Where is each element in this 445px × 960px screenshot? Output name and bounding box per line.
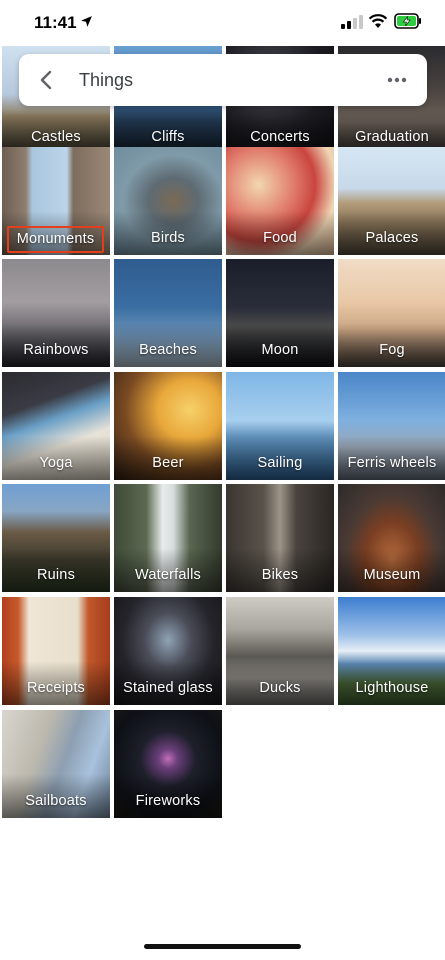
category-tile-birds[interactable]: Birds (114, 147, 222, 255)
home-indicator[interactable] (144, 944, 301, 949)
header-title: Things (79, 70, 134, 90)
category-tile-monuments[interactable]: Monuments (2, 147, 110, 255)
search-header: Things (19, 54, 427, 106)
category-tile-receipts[interactable]: Receipts (2, 597, 110, 705)
battery-charging-icon (394, 13, 421, 29)
category-tile-stained-glass[interactable]: Stained glass (114, 597, 222, 705)
category-label: Yoga (39, 455, 73, 471)
category-label: Monuments (7, 226, 104, 253)
category-tile-fireworks[interactable]: Fireworks (114, 710, 222, 818)
category-label: Lighthouse (355, 680, 429, 696)
more-options-icon[interactable] (385, 68, 409, 92)
category-label: Concerts (250, 129, 310, 145)
category-label: Castles (31, 129, 81, 145)
category-tile-sailing[interactable]: Sailing (226, 372, 334, 480)
category-label: Waterfalls (135, 567, 201, 583)
category-label: Graduation (355, 129, 429, 145)
category-label: Ferris wheels (347, 455, 437, 471)
category-tile-museum[interactable]: Museum (338, 484, 445, 592)
category-tile-food[interactable]: Food (226, 147, 334, 255)
category-tile-rainbows[interactable]: Rainbows (2, 259, 110, 367)
category-label: Ruins (36, 567, 76, 583)
category-tile-ducks[interactable]: Ducks (226, 597, 334, 705)
category-label: Museum (363, 567, 421, 583)
category-label: Sailing (257, 455, 303, 471)
category-tile-lighthouse[interactable]: Lighthouse (338, 597, 445, 705)
category-tile-yoga[interactable]: Yoga (2, 372, 110, 480)
status-bar: 11:41 (0, 0, 445, 46)
back-arrow-icon[interactable] (35, 68, 59, 92)
category-label: Fog (379, 342, 405, 358)
category-label: Beer (152, 455, 184, 471)
category-tile-fog[interactable]: Fog (338, 259, 445, 367)
category-tile-moon[interactable]: Moon (226, 259, 334, 367)
category-label: Birds (150, 230, 186, 246)
category-tile-ruins[interactable]: Ruins (2, 484, 110, 592)
category-tile-bikes[interactable]: Bikes (226, 484, 334, 592)
category-tile-sailboats[interactable]: Sailboats (2, 710, 110, 818)
category-tile-palaces[interactable]: Palaces (338, 147, 445, 255)
cellular-signal-icon (341, 15, 363, 29)
category-tile-ferris-wheels[interactable]: Ferris wheels (338, 372, 445, 480)
category-label: Receipts (26, 680, 85, 696)
category-label: Ducks (259, 680, 301, 696)
location-arrow-icon (81, 16, 92, 27)
category-tile-beaches[interactable]: Beaches (114, 259, 222, 367)
category-label: Bikes (261, 567, 299, 583)
category-label: Palaces (365, 230, 419, 246)
category-label: Food (263, 230, 297, 246)
category-label: Sailboats (25, 793, 87, 809)
status-time: 11:41 (34, 13, 77, 32)
category-label: Moon (261, 342, 299, 358)
category-label: Stained glass (123, 680, 213, 696)
category-label: Cliffs (151, 129, 185, 145)
category-tile-waterfalls[interactable]: Waterfalls (114, 484, 222, 592)
category-label: Beaches (139, 342, 197, 358)
category-tile-beer[interactable]: Beer (114, 372, 222, 480)
wifi-icon (368, 14, 388, 28)
category-label: Fireworks (135, 793, 201, 809)
category-label: Rainbows (23, 342, 89, 358)
